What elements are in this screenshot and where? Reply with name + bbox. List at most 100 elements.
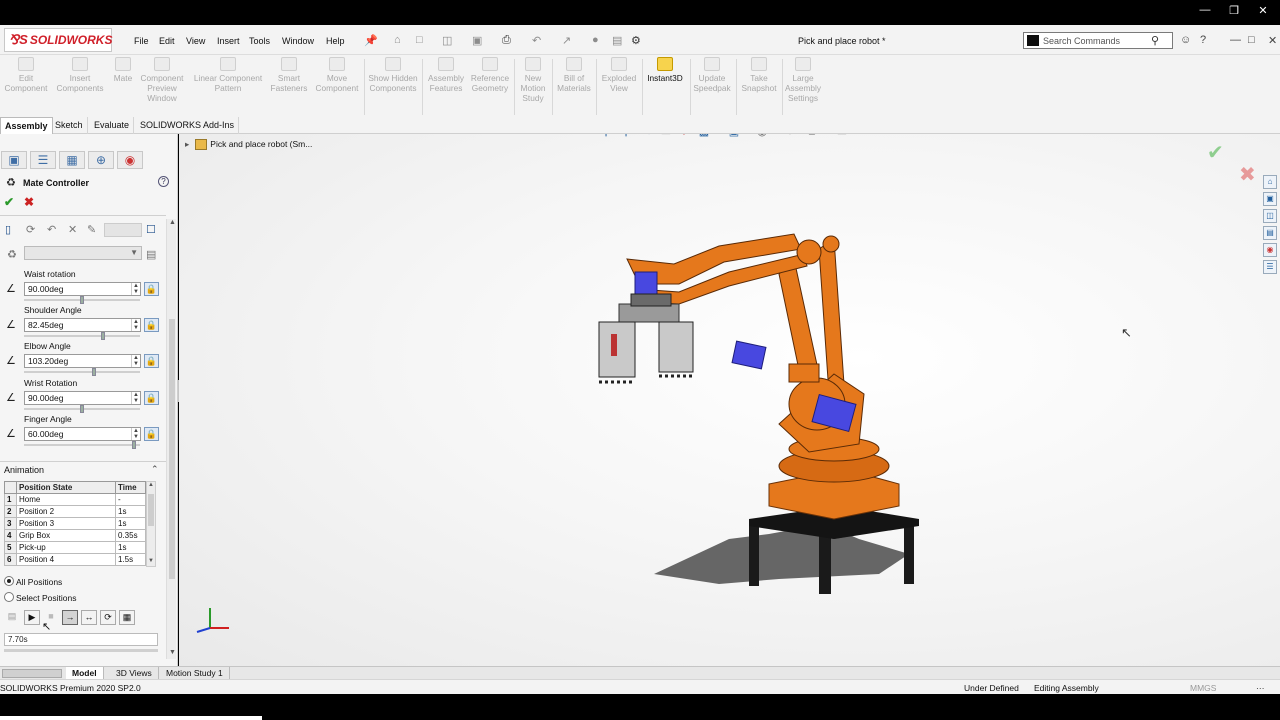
restore-window-button[interactable]: ❐ <box>1223 4 1245 17</box>
scrollbar-thumb[interactable] <box>169 319 175 579</box>
slider-thumb[interactable] <box>101 332 106 340</box>
mate-button[interactable]: Mate <box>109 57 137 83</box>
animation-time-field[interactable]: 7.70s <box>4 633 158 646</box>
spinner-icon[interactable]: ▲ ▼ <box>131 319 140 331</box>
reciprocate-button[interactable]: ↔ <box>81 610 97 625</box>
take-snapshot-button[interactable]: Take Snapshot <box>738 57 780 93</box>
section-view-icon[interactable]: ▭ <box>659 134 673 139</box>
time-cell[interactable]: 1s <box>115 517 146 530</box>
new-motion-study-button[interactable]: New Motion Study <box>516 57 550 103</box>
update-speedpak-button[interactable]: Update Speedpak <box>692 57 732 93</box>
finger-angle-input[interactable]: 60.00deg ▲ ▼ <box>24 427 141 441</box>
table-row[interactable]: 2 Position 2 1s <box>4 505 146 518</box>
time-cell[interactable]: - <box>115 493 146 506</box>
home-icon[interactable]: ⌂ <box>394 34 401 46</box>
search-icon[interactable]: ⚲ <box>1151 34 1159 47</box>
wrist-rotation-input[interactable]: 90.00deg ▲ ▼ <box>24 391 141 405</box>
table-row[interactable]: 6 Position 4 1.5s <box>4 553 146 566</box>
tab-sketch[interactable]: Sketch <box>51 117 88 134</box>
view-orientation-icon[interactable]: ▩ <box>697 134 711 139</box>
position-state-cell[interactable]: Home <box>16 493 116 506</box>
restore-doc-icon[interactable]: □ <box>1248 34 1255 46</box>
gripper[interactable] <box>598 293 694 384</box>
help-icon[interactable]: ? <box>1200 34 1206 46</box>
reference-geometry-button[interactable]: Reference Geometry <box>469 57 511 93</box>
search-commands-input[interactable]: Search Commands ⚲ <box>1023 32 1173 49</box>
select-cursor-icon[interactable]: ↗ <box>562 34 571 47</box>
confirm-check-icon[interactable]: ✔ <box>1207 140 1224 165</box>
slider-thumb[interactable] <box>92 368 97 376</box>
minimize-window-button[interactable]: — <box>1194 4 1216 16</box>
time-cell[interactable]: 1s <box>115 541 146 554</box>
shoulder-angle-input[interactable]: 82.45deg ▲ ▼ <box>24 318 141 332</box>
solidworks-logo[interactable]: ⅋S SOLIDWORKS <box>4 28 112 52</box>
panel-scrollbar[interactable]: ▲ ▼ <box>166 219 176 659</box>
apply-scene-icon[interactable]: ▲ <box>805 134 819 139</box>
save-icon[interactable]: ▣ <box>472 34 482 47</box>
play-once-button[interactable]: → <box>62 610 78 625</box>
table-row[interactable]: 3 Position 3 1s <box>4 517 146 530</box>
exploded-view-button[interactable]: Exploded View <box>598 57 640 93</box>
rename-icon[interactable]: ✎ <box>87 223 96 236</box>
tab-addins[interactable]: SOLIDWORKS Add-Ins <box>136 117 240 134</box>
previous-view-icon[interactable]: ✎ <box>639 134 653 139</box>
view-settings-icon[interactable]: ▭ <box>835 134 849 139</box>
wrist-rotation-slider[interactable] <box>24 405 140 413</box>
table-row[interactable]: 1 Home - <box>4 493 146 506</box>
position-tools-icon[interactable]: ▯ <box>5 223 11 236</box>
zoom-to-fit-icon[interactable]: ⚲ <box>599 134 613 139</box>
instant3d-button[interactable]: Instant3D <box>644 57 686 83</box>
menu-insert[interactable]: Insert <box>217 36 240 46</box>
expand-arrow-icon[interactable]: ▸ <box>185 139 189 149</box>
new-document-icon[interactable]: □ <box>416 34 423 46</box>
file-properties-icon[interactable]: ▤ <box>612 34 622 47</box>
task-pane-file-explorer-icon[interactable]: ◫ <box>1263 209 1277 223</box>
time-cell[interactable]: 1.5s <box>115 553 146 566</box>
position-state-cell[interactable]: Position 3 <box>16 517 116 530</box>
slider-thumb[interactable] <box>131 441 136 449</box>
ok-check-icon[interactable]: ✔ <box>4 195 14 209</box>
spinner-icon[interactable]: ▲ ▼ <box>131 355 140 367</box>
tab-scroll-controls[interactable] <box>2 669 62 678</box>
lock-icon[interactable]: 🔒 <box>144 282 159 296</box>
menu-view[interactable]: View <box>186 36 205 46</box>
position-state-cell[interactable]: Pick-up <box>16 541 116 554</box>
slider-thumb[interactable] <box>80 296 84 304</box>
scroll-up-icon[interactable]: ▲ <box>169 219 176 226</box>
component-preview-button[interactable]: Component Preview Window <box>138 57 186 103</box>
pin-menu-icon[interactable]: 📌 <box>364 34 378 47</box>
hide-show-items-icon[interactable]: ◉ <box>755 134 769 139</box>
show-hidden-button[interactable]: Show Hidden Components <box>366 57 420 93</box>
task-pane-view-palette-icon[interactable]: ▤ <box>1263 226 1277 240</box>
table-row[interactable]: 4 Grip Box 0.35s <box>4 529 146 542</box>
display-style-icon[interactable]: ▣ <box>727 134 741 139</box>
scroll-down-icon[interactable]: ▼ <box>169 649 176 656</box>
scroll-up-icon[interactable]: ▲ <box>148 482 154 488</box>
table-row[interactable]: 5 Pick-up 1s <box>4 541 146 554</box>
lock-icon[interactable]: 🔒 <box>144 427 159 441</box>
finger-angle-slider[interactable] <box>24 441 140 449</box>
property-manager-icon[interactable]: ☰ <box>30 151 56 169</box>
large-assembly-settings-button[interactable]: Large Assembly Settings <box>784 57 822 103</box>
waist-rotation-input[interactable]: 90.00deg ▲ ▼ <box>24 282 141 296</box>
open-folder-icon[interactable]: ◫ <box>442 34 452 47</box>
lock-icon[interactable]: 🔒 <box>144 391 159 405</box>
menu-window[interactable]: Window <box>282 36 314 46</box>
lock-all-icon[interactable]: ☐ <box>146 223 156 236</box>
cancel-x-icon[interactable]: ✖ <box>24 195 34 209</box>
print-icon[interactable]: ⎙ <box>502 34 511 47</box>
loop-button[interactable]: ⟳ <box>100 610 116 625</box>
menu-file[interactable]: File <box>134 36 149 46</box>
rebuild-icon[interactable]: ● <box>592 34 599 46</box>
lock-icon[interactable]: 🔒 <box>144 318 159 332</box>
play-button[interactable]: ▶ <box>24 610 40 625</box>
time-cell[interactable]: 0.35s <box>115 529 146 542</box>
task-pane-design-library-icon[interactable]: ▣ <box>1263 192 1277 206</box>
menu-edit[interactable]: Edit <box>159 36 175 46</box>
spinner-icon[interactable]: ▲ ▼ <box>131 283 140 295</box>
slider-thumb[interactable] <box>80 405 84 413</box>
select-positions-radio[interactable] <box>4 592 14 602</box>
dimxpert-icon[interactable]: ⊕ <box>88 151 114 169</box>
options-gear-icon[interactable]: ⚙ <box>631 34 641 47</box>
position-name-field[interactable] <box>104 223 142 237</box>
